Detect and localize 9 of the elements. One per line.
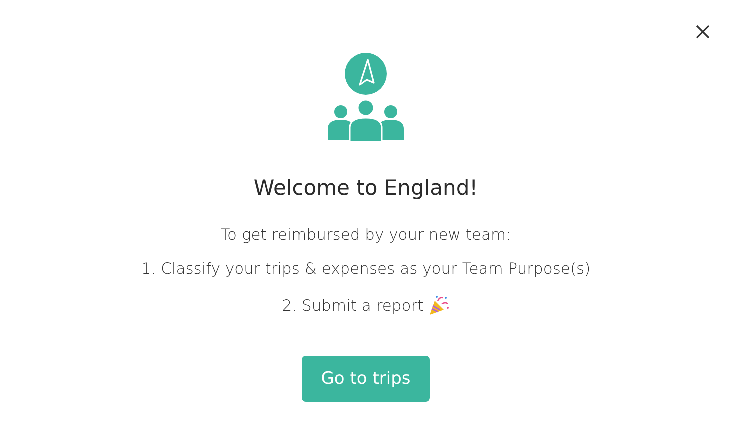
close-button[interactable] — [694, 23, 712, 41]
close-icon — [696, 25, 710, 39]
step-text: 1. Classify your trips & expenses as your Team Purpose(s) — [141, 260, 591, 278]
step-text: 2. Submit a report — [282, 297, 424, 315]
team-navigation-icon — [327, 52, 405, 142]
intro-text: To get reimbursed by your new team: — [220, 226, 512, 244]
party-popper-icon — [428, 295, 450, 317]
dialog-title: Welcome to England! — [254, 176, 478, 200]
go-to-trips-button[interactable]: Go to trips — [302, 356, 430, 402]
